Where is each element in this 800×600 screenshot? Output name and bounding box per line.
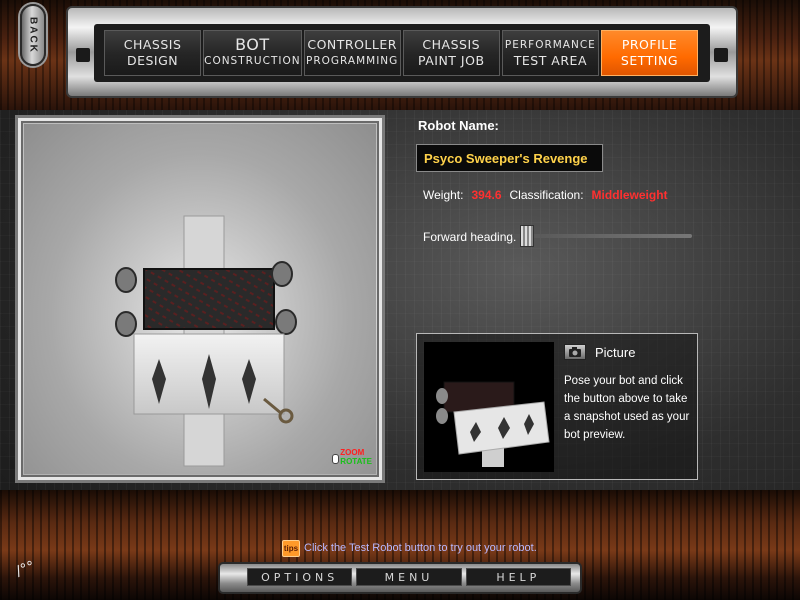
tab-chassis-paint-job[interactable]: CHASSIS PAINT JOB xyxy=(402,30,500,76)
tab-label-line1: CHASSIS xyxy=(123,37,182,52)
tab-profile-setting[interactable]: PROFILE SETTING xyxy=(600,30,699,76)
tab-label-line1: CHASSIS xyxy=(422,37,481,52)
forward-heading-label: Forward heading: xyxy=(423,230,517,244)
heading-slider-thumb[interactable] xyxy=(520,225,534,247)
weight-value: 394.6 xyxy=(471,188,502,202)
tab-label-line2: DESIGN xyxy=(126,53,179,68)
classification-value: Middleweight xyxy=(591,188,668,202)
viewport-canvas[interactable] xyxy=(24,124,376,474)
tab-label-line1: PROFILE xyxy=(621,37,678,52)
nav-left-knob xyxy=(76,48,90,62)
tab-chassis-design[interactable]: CHASSIS DESIGN xyxy=(104,30,202,76)
tab-label-line2: PROGRAMMING xyxy=(306,55,399,67)
options-button[interactable]: OPTIONS xyxy=(247,568,353,586)
mouse-icon xyxy=(332,454,340,464)
heading-slider-track xyxy=(512,234,692,238)
tab-performance-test-area[interactable]: PERFORMANCE TEST AREA xyxy=(501,30,599,76)
tab-label-line1: BOT xyxy=(235,35,270,54)
picture-panel: Picture Pose your bot and click the butt… xyxy=(416,333,698,480)
tips-icon: tips xyxy=(282,540,300,557)
tab-label-line1: PERFORMANCE xyxy=(504,39,596,51)
bot-preview-image xyxy=(424,342,554,472)
camera-icon xyxy=(569,347,581,357)
bottom-menu: OPTIONS MENU HELP xyxy=(247,568,571,586)
nav-right-knob xyxy=(714,48,728,62)
back-button[interactable]: BACK xyxy=(20,4,46,66)
tab-label-line2: SETTING xyxy=(620,53,679,68)
robot-stats: Weight: 394.6 Classification: Middleweig… xyxy=(423,188,668,202)
zoom-rotate-hint: ZOOM ROTATE xyxy=(332,448,372,466)
tab-label-line2: CONSTRUCTION xyxy=(204,55,301,67)
robot-name-label: Robot Name: xyxy=(418,118,499,133)
menu-button[interactable]: MENU xyxy=(356,568,462,586)
tab-bot-construction[interactable]: BOT CONSTRUCTION xyxy=(203,30,302,76)
tab-label-line2: TEST AREA xyxy=(513,53,587,68)
weight-label: Weight: xyxy=(423,188,464,202)
help-button[interactable]: HELP xyxy=(465,568,571,586)
tab-label-line2: PAINT JOB xyxy=(417,53,485,68)
robot-name-input[interactable]: Psyco Sweeper's Revenge xyxy=(416,144,603,172)
zoom-label: ZOOM xyxy=(340,448,365,457)
tab-label-line1: CONTROLLER xyxy=(307,37,397,52)
classification-label: Classification: xyxy=(509,188,584,202)
snapshot-camera-button[interactable] xyxy=(564,344,586,360)
nav-tabs: CHASSIS DESIGN BOT CONSTRUCTION CONTROLL… xyxy=(104,30,699,76)
rotate-label: ROTATE xyxy=(340,457,372,466)
robot-3d-viewport[interactable]: ZOOM ROTATE xyxy=(15,115,385,483)
robot-model xyxy=(115,215,297,467)
tab-controller-programming[interactable]: CONTROLLER PROGRAMMING xyxy=(303,30,401,76)
picture-description: Pose your bot and click the button above… xyxy=(564,375,690,441)
forward-heading-slider[interactable] xyxy=(512,225,692,247)
tips-text: Click the Test Robot button to try out y… xyxy=(304,542,537,554)
picture-title: Picture xyxy=(595,345,636,360)
